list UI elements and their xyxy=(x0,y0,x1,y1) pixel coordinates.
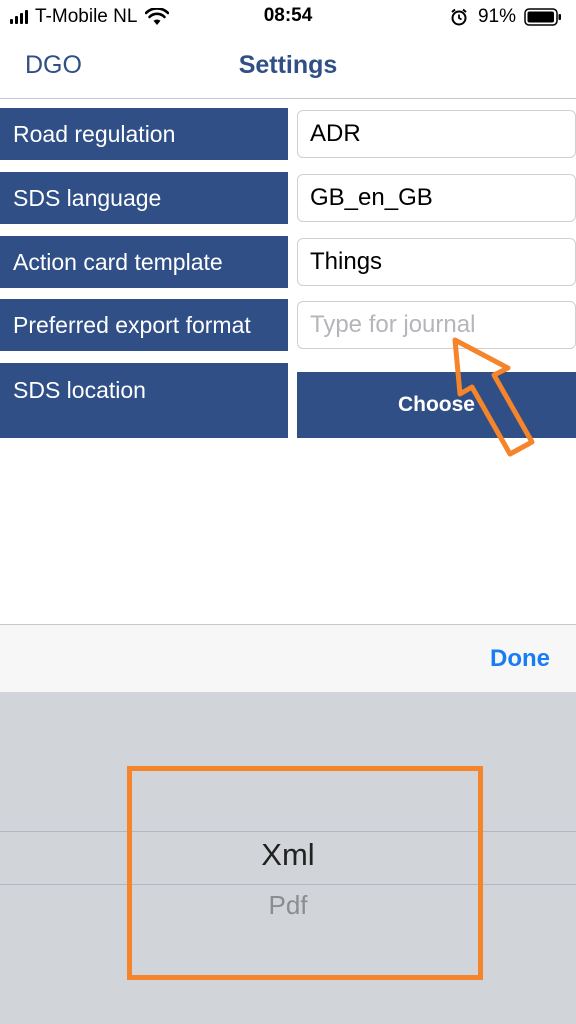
battery-percent: 91% xyxy=(477,6,516,27)
page-title: Settings xyxy=(238,51,338,79)
status-right: 91% xyxy=(450,6,562,28)
highlight-annotation-box xyxy=(127,766,483,980)
sds-language-field[interactable]: GB_en_GB xyxy=(297,174,576,222)
alarm-icon xyxy=(451,8,467,26)
sds-language-label: SDS language xyxy=(0,172,288,224)
navigation-bar: DGO Settings xyxy=(0,34,576,99)
road-regulation-label: Road regulation xyxy=(0,108,288,160)
action-card-template-label: Action card template xyxy=(0,236,288,288)
pointer-arrow-icon xyxy=(452,337,535,457)
done-button[interactable]: Done xyxy=(490,645,550,673)
road-regulation-field[interactable]: ADR xyxy=(297,110,576,158)
action-card-template-field[interactable]: Things xyxy=(297,238,576,286)
picker-toolbar: Done xyxy=(0,624,576,693)
battery-icon xyxy=(524,8,561,26)
preferred-export-format-label: Preferred export format xyxy=(0,299,288,351)
export-format-picker[interactable]: Xml Pdf xyxy=(0,692,576,1024)
status-bar: T-Mobile NL 08:54 91% xyxy=(0,0,576,34)
sds-location-label: SDS location xyxy=(0,363,288,438)
